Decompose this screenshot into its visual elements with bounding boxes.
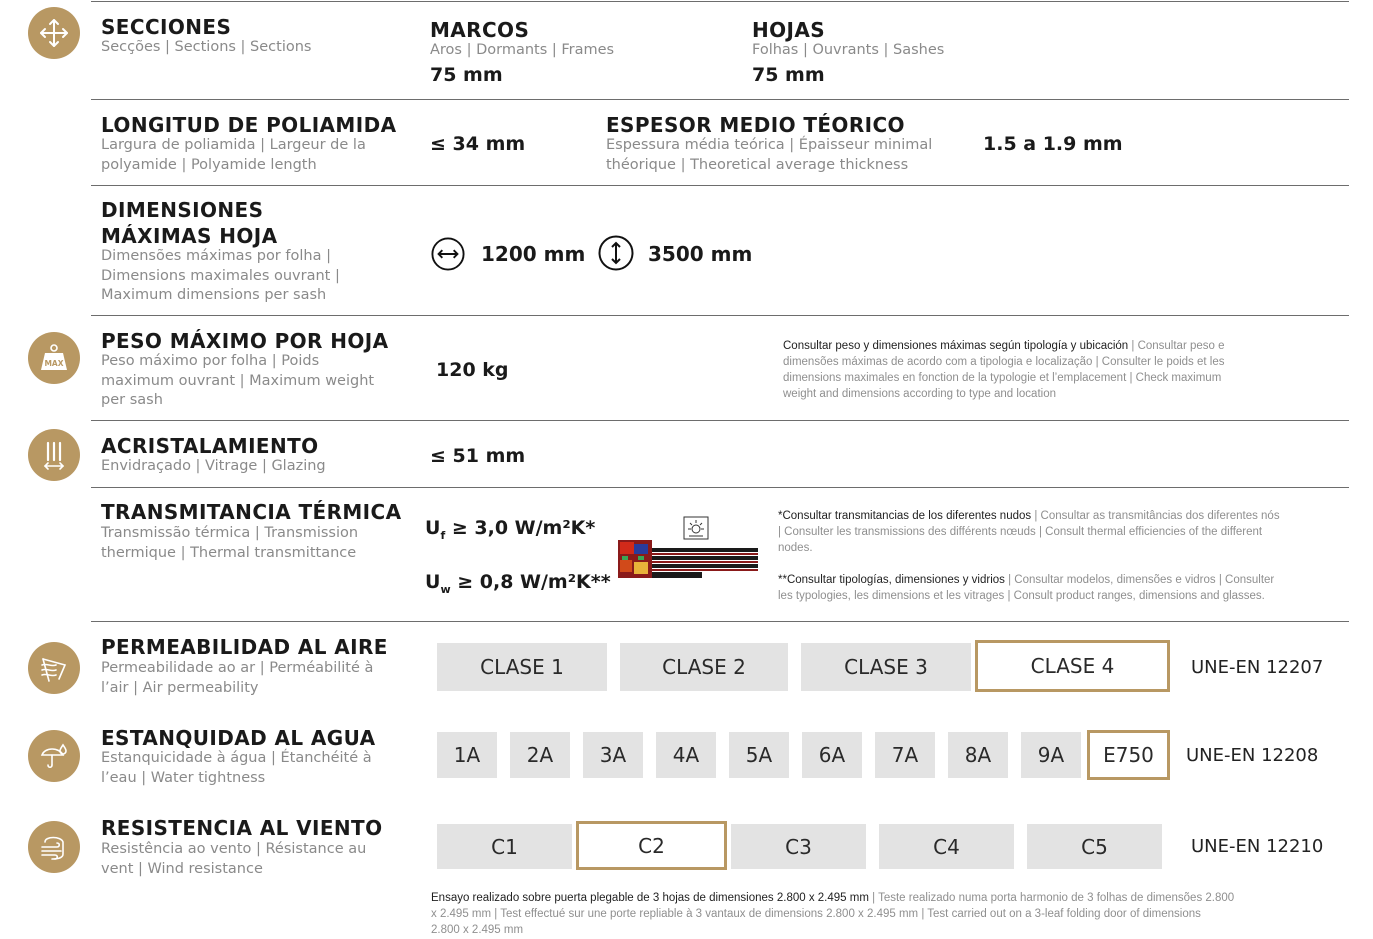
uf-value: Uf ≥ 3,0 W/m²K*	[425, 517, 596, 542]
class-option: C4	[879, 824, 1014, 869]
air-permeability-icon	[28, 642, 80, 694]
horizontal-arrow-icon	[431, 237, 465, 271]
marcos-value: 75 mm	[430, 64, 503, 86]
marcos-subtitle: Aros | Dormants | Frames	[430, 42, 615, 58]
hojas-title: HOJAS	[752, 18, 826, 42]
divider	[91, 99, 1349, 100]
acristalamiento-value: ≤ 51 mm	[430, 445, 526, 467]
sun-icon	[683, 516, 709, 540]
section-title: DIMENSIONES MÁXIMAS HOJA	[101, 198, 278, 248]
wind-resistance-icon	[28, 821, 80, 873]
espesor-value: 1.5 a 1.9 mm	[983, 133, 1123, 155]
section-title: PESO MÁXIMO POR HOJA	[101, 329, 389, 353]
class-option: 6A	[802, 732, 862, 778]
poliamida-value: ≤ 34 mm	[430, 133, 526, 155]
section-title: ACRISTALAMIENTO	[101, 434, 319, 458]
glazing-icon	[28, 429, 80, 481]
class-option-selected: CLASE 4	[975, 640, 1170, 692]
svg-text:MAX: MAX	[44, 359, 63, 368]
width-value: 1200 mm	[481, 242, 586, 266]
peso-note: Consultar peso y dimensiones máximas seg…	[783, 340, 1225, 400]
section-subtitle: Permeabilidade ao ar | Perméabilité à l’a…	[101, 660, 374, 696]
thermal-profile-diagram	[618, 516, 758, 578]
class-option: 1A	[437, 732, 497, 778]
move-arrows-icon	[28, 7, 80, 59]
hojas-value: 75 mm	[752, 64, 825, 86]
vertical-arrow-icon	[598, 235, 634, 271]
divider	[91, 315, 1349, 316]
peso-value: 120 kg	[436, 359, 509, 381]
class-option: 7A	[875, 732, 935, 778]
section-subtitle: Resistência ao vento | Résistance au vent…	[101, 841, 367, 877]
section-title: RESISTENCIA AL VIENTO	[101, 816, 383, 840]
section-title: TRANSMITANCIA TÉRMICA	[101, 500, 402, 524]
test-footnote: Ensayo realizado sobre puerta plegable d…	[431, 892, 1235, 936]
class-option: 3A	[583, 732, 643, 778]
espesor-title: ESPESOR MEDIO TÉORICO	[606, 113, 905, 137]
divider	[91, 420, 1349, 421]
section-subtitle: Estanquicidade à água | Étanchéité à l’ea…	[101, 750, 372, 786]
divider	[91, 621, 1349, 622]
standard-label: UNE-EN 12210	[1191, 836, 1324, 857]
class-option: CLASE 2	[620, 643, 788, 691]
standard-label: UNE-EN 12208	[1186, 745, 1319, 766]
class-option: 8A	[948, 732, 1008, 778]
class-option: CLASE 1	[437, 643, 607, 691]
class-option: CLASE 3	[801, 643, 971, 691]
class-option: C1	[437, 824, 572, 869]
weight-max-icon: MAX	[28, 332, 80, 384]
class-option: 2A	[510, 732, 570, 778]
section-subtitle: Peso máximo por folha | Poids maximum ouv…	[101, 353, 375, 408]
section-subtitle: Secções | Sections | Sections	[101, 39, 312, 55]
transmitancia-note-2: **Consultar tipologías, dimensiones y vi…	[778, 574, 1275, 602]
uw-value: Uw ≥ 0,8 W/m²K**	[425, 571, 611, 596]
standard-label: UNE-EN 12207	[1191, 657, 1324, 678]
class-option: 5A	[729, 732, 789, 778]
divider	[91, 1, 1349, 2]
section-title: PERMEABILIDAD AL AIRE	[101, 635, 388, 659]
section-subtitle: Dimensões máximas por folha | Dimensions …	[101, 248, 340, 303]
section-title: SECCIONES	[101, 15, 232, 39]
section-subtitle: Envidraçado | Vitrage | Glazing	[101, 458, 326, 474]
section-subtitle: Transmissão térmica | Transmission thermi…	[101, 525, 359, 561]
section-subtitle: Largura de poliamida | Largeur de la poly…	[101, 137, 366, 173]
espesor-subtitle: Espessura média teórica | Épaisseur mini…	[606, 137, 933, 173]
divider	[91, 487, 1349, 488]
class-option: C5	[1027, 824, 1162, 869]
marcos-title: MARCOS	[430, 18, 530, 42]
divider	[91, 185, 1349, 186]
section-title: LONGITUD DE POLIAMIDA	[101, 113, 397, 137]
section-title: ESTANQUIDAD AL AGUA	[101, 726, 376, 750]
height-value: 3500 mm	[648, 242, 753, 266]
class-option-selected: E750	[1087, 730, 1170, 780]
class-option-selected: C2	[576, 821, 727, 870]
class-option: C3	[731, 824, 866, 869]
transmitancia-note-1: *Consultar transmitancias de los diferen…	[778, 510, 1280, 554]
class-option: 9A	[1021, 732, 1081, 778]
hojas-subtitle: Folhas | Ouvrants | Sashes	[752, 42, 945, 58]
class-option: 4A	[656, 732, 716, 778]
water-tightness-icon	[28, 730, 80, 782]
